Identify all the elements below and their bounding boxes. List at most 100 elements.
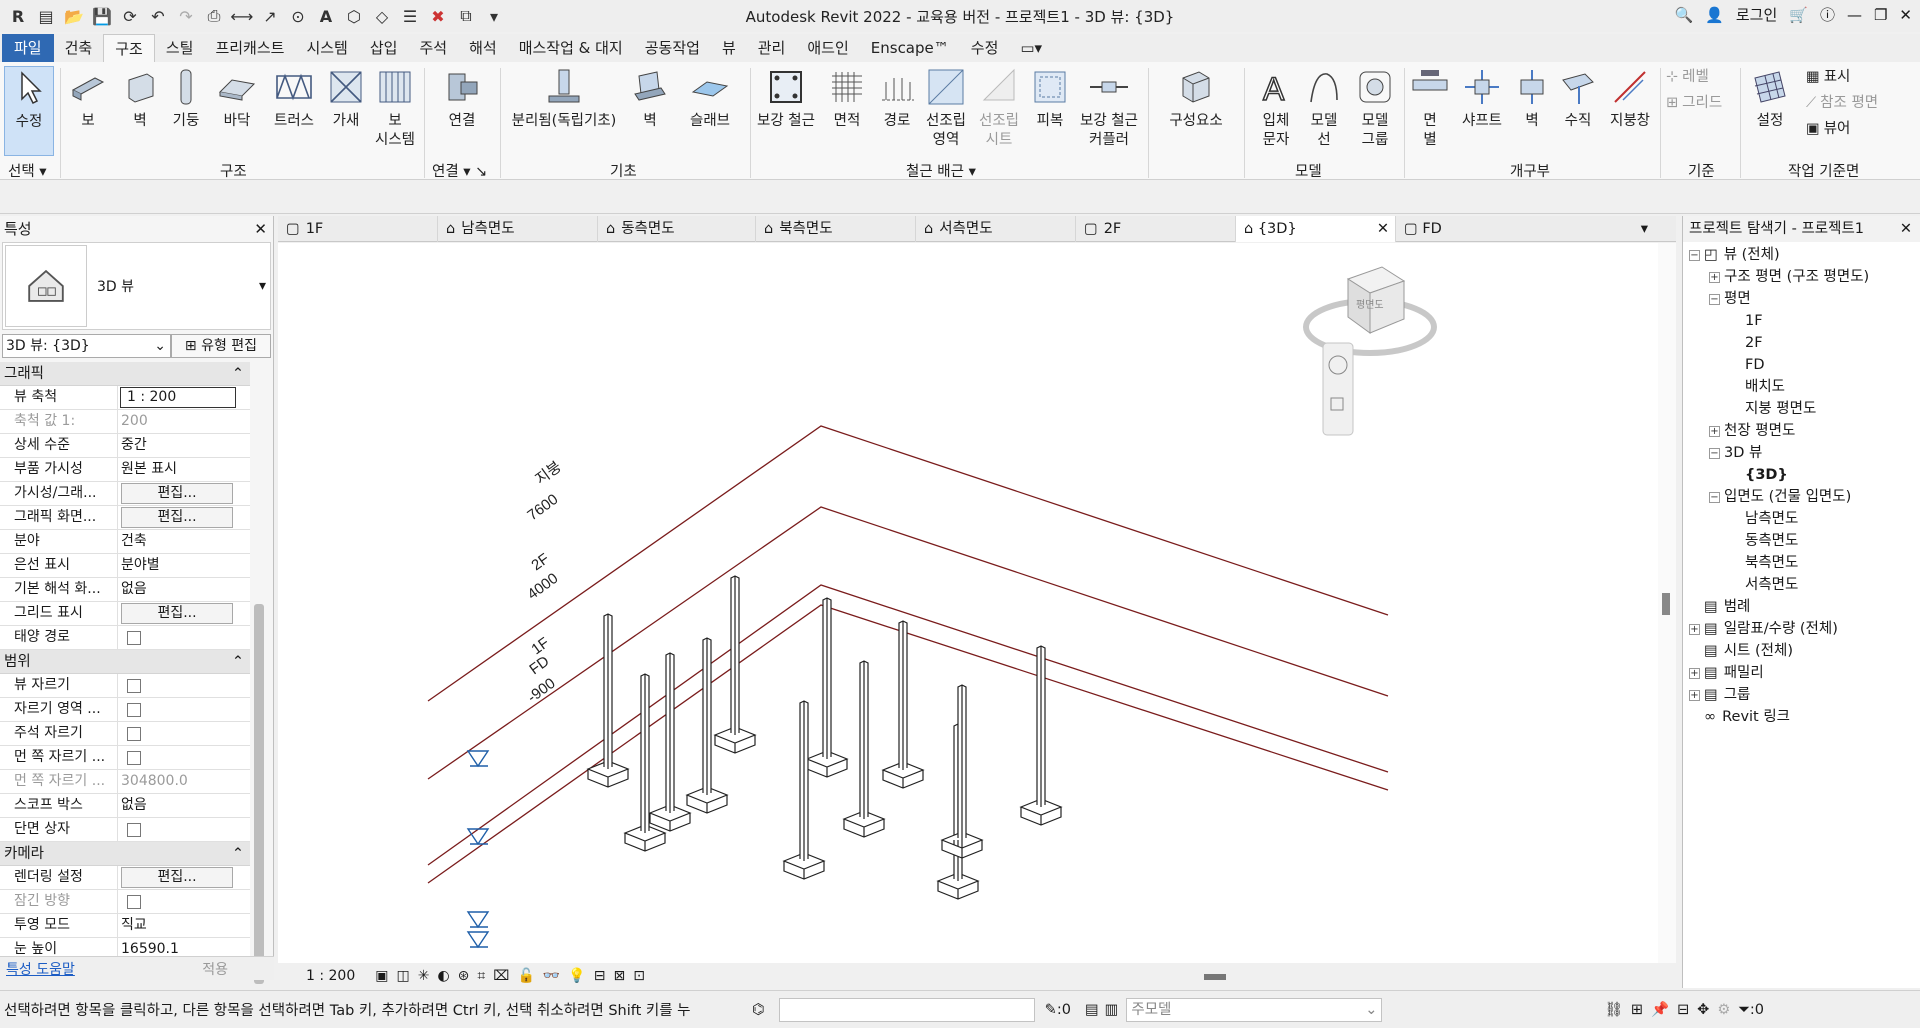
tab-systems[interactable]: 시스템 <box>295 34 358 62</box>
switch-windows-icon[interactable]: ⧉ <box>454 4 478 28</box>
collapse-icon[interactable]: ⌃ <box>232 650 244 673</box>
group-camera[interactable]: 카메라 ⌃ <box>0 842 250 866</box>
property-checkbox[interactable] <box>127 703 141 717</box>
model-group-button[interactable]: 모델 그룹 <box>1352 66 1398 150</box>
browser-node[interactable]: FD <box>1683 354 1920 376</box>
property-value[interactable] <box>118 698 250 721</box>
browser-node[interactable]: ▤ 시트 (전체) <box>1683 640 1920 662</box>
tab-2f[interactable]: ▢ 2F <box>1076 216 1236 242</box>
browser-node[interactable]: − 평면 <box>1683 288 1920 310</box>
navigation-bar[interactable] <box>1322 342 1354 436</box>
3d-view-icon[interactable]: ⬡ <box>342 4 366 28</box>
tab-file[interactable]: 파일 <box>2 34 54 62</box>
column-button[interactable]: 기둥 <box>166 66 206 131</box>
close-button[interactable]: ✕ <box>1899 6 1912 24</box>
select-by-face-icon[interactable]: ⊟ <box>1677 1002 1689 1018</box>
background-process-icon[interactable]: ⚙ <box>1717 1002 1730 1018</box>
level-button[interactable]: ⊹ 레벨 <box>1666 68 1709 87</box>
truss-button[interactable]: 트러스 <box>266 66 322 131</box>
help-icon[interactable]: ⓘ <box>1820 4 1835 25</box>
floor-button[interactable]: 바닥 <box>212 66 262 131</box>
slab-foundation-button[interactable]: 슬래브 <box>684 66 736 131</box>
type-selector[interactable]: 3D 뷰 ▾ <box>2 242 271 330</box>
column[interactable] <box>603 613 613 769</box>
filter-icon[interactable]: ⏷ <box>1738 1002 1750 1018</box>
column-with-footing[interactable] <box>842 660 886 838</box>
undo-icon[interactable]: ↶ <box>146 4 170 28</box>
active-option-icon[interactable]: ▥ <box>1105 1002 1119 1018</box>
property-checkbox[interactable] <box>127 895 141 909</box>
browser-node[interactable]: + 구조 평면 (구조 평면도) <box>1683 266 1920 288</box>
tab-steel[interactable]: 스틸 <box>155 34 205 62</box>
crop-region-icon[interactable]: ⌧ <box>493 968 509 984</box>
column-with-footing[interactable] <box>940 684 984 859</box>
lock-view-icon[interactable]: 🔓 <box>517 968 534 984</box>
property-value[interactable] <box>118 722 250 745</box>
properties-scrollbar[interactable] <box>254 604 264 984</box>
workset-dropdown[interactable] <box>778 997 1035 1022</box>
redo-icon[interactable]: ↷ <box>174 4 198 28</box>
property-value[interactable]: 건축 <box>118 530 250 553</box>
property-value[interactable]: 원본 표시 <box>118 458 250 481</box>
user-icon[interactable]: 👤 <box>1705 6 1724 24</box>
column[interactable] <box>1036 645 1046 807</box>
tab-fd[interactable]: ▢ FD ▾ <box>1396 216 1656 242</box>
tab-south-elevation[interactable]: ⌂ 남측면도 <box>438 216 598 242</box>
browser-node[interactable]: 북측면도 <box>1683 552 1920 574</box>
property-value[interactable]: 편집... <box>118 602 250 625</box>
property-value[interactable] <box>118 674 250 697</box>
print-icon[interactable]: ⎙ <box>202 4 226 28</box>
reveal-hidden-icon[interactable]: 💡 <box>568 968 585 984</box>
close-tab-icon[interactable]: ✕ <box>1377 216 1389 242</box>
tab-manage[interactable]: 관리 <box>747 34 797 62</box>
ref-plane-button[interactable]: ⟋ 참조 평면 <box>1806 94 1878 113</box>
tab-east-elevation[interactable]: ⌂ 동측면도 <box>598 216 756 242</box>
column[interactable] <box>822 597 832 759</box>
close-icon[interactable]: ✕ <box>254 216 267 242</box>
browser-node[interactable]: + ▤ 그룹 <box>1683 684 1920 706</box>
expand-icon[interactable]: − <box>1709 293 1720 305</box>
browser-node[interactable]: −3D 뷰 <box>1683 442 1920 464</box>
browser-node[interactable]: − ◰ 뷰 (전체) <box>1683 244 1920 266</box>
column-with-footing[interactable] <box>648 652 692 832</box>
column-with-footing[interactable] <box>881 620 925 789</box>
browser-node[interactable]: 동측면도 <box>1683 530 1920 552</box>
fabric-sheet-button[interactable]: 선조립 시트 <box>974 66 1024 150</box>
tab-enscape[interactable]: Enscape™ <box>860 34 960 62</box>
edit-button[interactable]: 편집... <box>121 603 233 624</box>
show-workplane-button[interactable]: ▦ 표시 <box>1806 68 1850 87</box>
property-value[interactable]: 없음 <box>118 578 250 601</box>
editing-requests-icon[interactable]: ✎ <box>1045 1002 1057 1018</box>
tab-architecture[interactable]: 건축 <box>54 34 104 62</box>
constraints-icon[interactable]: ⊡ <box>633 968 645 984</box>
vertical-opening-button[interactable]: 수직 <box>1556 66 1600 131</box>
apply-button[interactable]: 적용 <box>202 959 228 979</box>
brace-button[interactable]: 가새 <box>326 66 366 131</box>
property-value[interactable]: 분야별 <box>118 554 250 577</box>
rebar-coupler-button[interactable]: 보강 철근 커플러 <box>1074 66 1144 150</box>
view-vscrollbar[interactable] <box>1658 243 1676 963</box>
tab-insert[interactable]: 삽입 <box>359 34 409 62</box>
tab-massing[interactable]: 매스작업 & 대지 <box>508 34 634 62</box>
property-value[interactable]: 없음 <box>118 794 250 817</box>
browser-node[interactable]: + ▤ 패밀리 <box>1683 662 1920 684</box>
browser-node[interactable]: + ▤ 일람표/수량 (전체) <box>1683 618 1920 640</box>
expand-icon[interactable]: − <box>1709 491 1720 503</box>
sun-path-icon[interactable]: ✳ <box>418 968 430 984</box>
browser-node[interactable]: 서측면도 <box>1683 574 1920 596</box>
expand-icon[interactable]: + <box>1709 271 1720 283</box>
property-value[interactable]: 편집... <box>118 866 250 889</box>
edit-button[interactable]: 편집... <box>121 867 233 888</box>
column-with-footing[interactable] <box>713 575 757 754</box>
section-icon[interactable]: ◇ <box>370 4 394 28</box>
dimension-icon[interactable]: ↗ <box>258 4 282 28</box>
set-workplane-button[interactable]: 설정 <box>1748 66 1792 131</box>
expand-icon[interactable]: + <box>1689 667 1700 679</box>
edit-button[interactable]: 편집... <box>121 507 233 528</box>
browser-node[interactable]: 2F <box>1683 332 1920 354</box>
edit-type-button[interactable]: ⊞ 유형 편집 <box>171 334 271 358</box>
model-text-button[interactable]: A 입체 문자 <box>1254 66 1298 150</box>
tab-precast[interactable]: 프리캐스트 <box>204 34 295 62</box>
design-options-icon[interactable]: ▤ <box>1085 1002 1099 1018</box>
browser-node[interactable]: 지붕 평면도 <box>1683 398 1920 420</box>
